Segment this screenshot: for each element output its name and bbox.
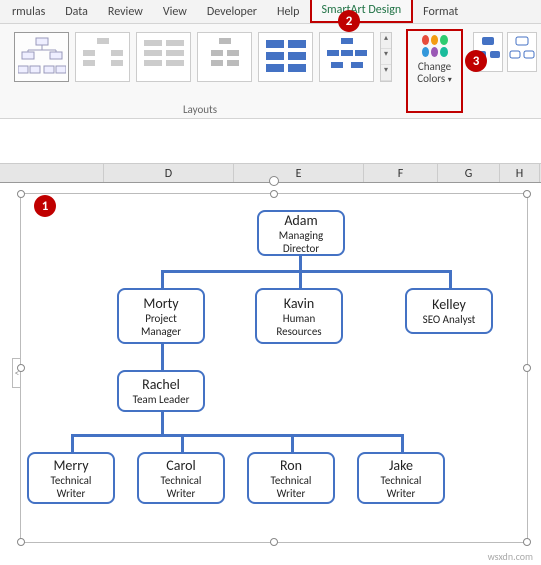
- badge-3: 3: [465, 50, 487, 72]
- col-e[interactable]: E: [234, 164, 364, 182]
- tab-smartart-design[interactable]: SmartArt Design: [310, 0, 414, 23]
- color-swatch-icon: [422, 35, 448, 57]
- node-name: Merry: [35, 457, 107, 474]
- org-node-jake[interactable]: Jake Technical Writer: [357, 452, 445, 504]
- node-role: Technical Writer: [255, 474, 327, 500]
- layout-thumb-6[interactable]: [319, 32, 374, 82]
- node-name: Kelley: [413, 296, 485, 313]
- smartart-selection[interactable]: Adam Managing Director Morty Project Man…: [20, 193, 528, 543]
- node-name: Adam: [265, 212, 337, 229]
- node-role: Technical Writer: [365, 474, 437, 500]
- node-name: Kavin: [263, 295, 335, 312]
- layout-thumb-3[interactable]: [136, 32, 191, 82]
- org-node-ron[interactable]: Ron Technical Writer: [247, 452, 335, 504]
- node-role: Technical Writer: [145, 474, 217, 500]
- layout-thumb-4[interactable]: [197, 32, 252, 82]
- layout-thumb-2[interactable]: [75, 32, 130, 82]
- chevron-down-icon: ▾: [448, 75, 452, 85]
- node-role: Human Resources: [263, 312, 335, 338]
- ribbon-body: ▴▾▾ Layouts ChangeColors ▾ 3: [0, 24, 541, 119]
- tab-view[interactable]: View: [153, 1, 197, 23]
- node-role: Team Leader: [125, 393, 197, 406]
- ribbon-tab-bar: rmulas Data Review View Developer Help S…: [0, 0, 541, 24]
- org-node-kelley[interactable]: Kelley SEO Analyst: [405, 288, 493, 334]
- org-node-merry[interactable]: Merry Technical Writer: [27, 452, 115, 504]
- col-f[interactable]: F: [364, 164, 438, 182]
- layout-thumb-5[interactable]: [258, 32, 313, 82]
- tab-help[interactable]: Help: [267, 1, 310, 23]
- layouts-dropdown[interactable]: ▴▾▾: [380, 32, 392, 82]
- tab-data[interactable]: Data: [55, 1, 98, 23]
- col-h[interactable]: H: [500, 164, 540, 182]
- layouts-gallery[interactable]: ▴▾▾ Layouts: [0, 24, 400, 118]
- org-node-rachel[interactable]: Rachel Team Leader: [117, 370, 205, 412]
- node-name: Carol: [145, 457, 217, 474]
- rotate-handle[interactable]: [269, 176, 279, 186]
- style-thumb-2[interactable]: [507, 32, 537, 72]
- tab-formulas[interactable]: rmulas: [2, 1, 55, 23]
- org-node-carol[interactable]: Carol Technical Writer: [137, 452, 225, 504]
- tab-developer[interactable]: Developer: [197, 1, 267, 23]
- col-g[interactable]: G: [438, 164, 500, 182]
- node-name: Morty: [125, 295, 197, 312]
- worksheet-area[interactable]: 1 < Adam Managing Dir: [0, 183, 541, 555]
- layouts-section-label: Layouts: [0, 103, 400, 116]
- layout-thumb-1[interactable]: [14, 32, 69, 82]
- node-name: Ron: [255, 457, 327, 474]
- node-name: Rachel: [125, 376, 197, 393]
- org-chart: Adam Managing Director Morty Project Man…: [21, 194, 527, 542]
- tab-review[interactable]: Review: [98, 1, 153, 23]
- node-role: Project Manager: [125, 312, 197, 338]
- col-d[interactable]: D: [104, 164, 234, 182]
- node-name: Jake: [365, 457, 437, 474]
- node-role: SEO Analyst: [413, 313, 485, 326]
- watermark: wsxdn.com: [488, 550, 533, 563]
- tab-format[interactable]: Format: [413, 1, 468, 23]
- org-node-morty[interactable]: Morty Project Manager: [117, 288, 205, 344]
- change-colors-label: ChangeColors ▾: [417, 61, 451, 85]
- org-node-kavin[interactable]: Kavin Human Resources: [255, 288, 343, 344]
- node-role: Technical Writer: [35, 474, 107, 500]
- node-role: Managing Director: [265, 229, 337, 255]
- badge-1: 1: [34, 195, 56, 217]
- badge-2: 2: [338, 10, 360, 32]
- org-node-root[interactable]: Adam Managing Director: [257, 210, 345, 256]
- change-colors-button[interactable]: ChangeColors ▾: [406, 29, 463, 113]
